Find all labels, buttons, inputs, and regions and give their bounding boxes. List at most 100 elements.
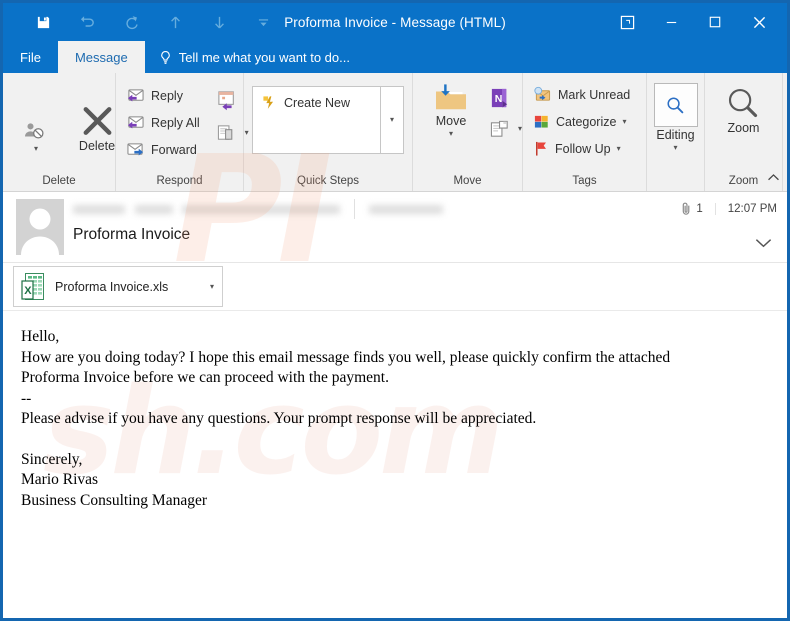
ribbon-tab-strip: File Message Tell me what you want to do… — [3, 41, 787, 73]
tell-me-label: Tell me what you want to do... — [178, 49, 350, 65]
sender-extra-redacted — [135, 204, 173, 214]
tell-me-search[interactable]: Tell me what you want to do... — [145, 41, 364, 73]
categorize-caret[interactable]: ▾ — [622, 117, 626, 126]
rules-button[interactable]: ▾ — [485, 114, 526, 144]
avatar — [13, 196, 67, 258]
excel-file-icon: X — [14, 272, 47, 302]
attachment-bar: X Proforma Invoice.xls ▾ — [3, 263, 787, 311]
message-header-main: Proforma Invoice — [67, 192, 787, 262]
sender-email-redacted — [182, 204, 340, 214]
reply-all-button[interactable]: Reply All — [122, 109, 204, 136]
ribbon-group-label-editing — [647, 187, 704, 191]
editing-label: Editing — [656, 128, 695, 142]
lightning-bolt-icon — [262, 95, 277, 110]
reply-button[interactable]: Reply — [122, 82, 204, 109]
categorize-label: Categorize — [556, 114, 617, 129]
sender-row — [73, 198, 787, 220]
delete-x-icon — [79, 104, 116, 138]
body-line: Proforma Invoice before we can proceed w… — [21, 369, 389, 386]
redo-icon[interactable] — [109, 6, 153, 38]
chevron-down-icon: ▾ — [389, 115, 394, 124]
save-icon[interactable] — [21, 6, 65, 38]
forward-button[interactable]: Forward — [122, 136, 204, 163]
reply-label: Reply — [151, 88, 183, 103]
follow-up-label: Follow Up — [555, 141, 611, 156]
reply-icon — [126, 87, 145, 104]
onenote-icon: N — [489, 87, 512, 110]
zoom-magnifier-icon — [726, 87, 761, 120]
attachment-chip[interactable]: X Proforma Invoice.xls ▾ — [13, 266, 223, 307]
signature-line: Sincerely, — [21, 450, 83, 468]
more-respond-icon — [216, 123, 239, 144]
ribbon-group-editing: Editing ▾ — [647, 73, 705, 191]
undo-icon[interactable] — [65, 6, 109, 38]
close-icon[interactable] — [737, 5, 781, 39]
attachment-and-time: 1 12:07 PM — [681, 201, 777, 216]
ignore-dropdown-caret[interactable]: ▾ — [34, 144, 38, 153]
editing-button[interactable]: Editing ▾ — [650, 83, 702, 152]
outlook-message-window: Proforma Invoice - Message (HTML) File M… — [0, 0, 790, 621]
move-dropdown-caret[interactable]: ▾ — [449, 130, 453, 138]
rules-icon — [489, 119, 512, 140]
attachment-filename: Proforma Invoice.xls — [55, 279, 169, 294]
sender-name-redacted — [73, 204, 125, 214]
meeting-calendar-icon — [216, 89, 241, 113]
quick-access-toolbar — [3, 6, 285, 38]
lightbulb-icon — [159, 50, 172, 65]
ribbon-group-label-quick-steps: Quick Steps — [297, 175, 359, 187]
ribbon-group-quick-steps: Create New ▾ Quick Steps — [244, 73, 413, 191]
onenote-button[interactable]: N — [485, 83, 526, 114]
attachment-count: 1 — [681, 201, 714, 216]
mark-unread-button[interactable]: Mark Unread — [529, 81, 634, 108]
reply-all-label: Reply All — [151, 115, 200, 130]
follow-up-caret[interactable]: ▾ — [617, 144, 621, 153]
arrow-down-icon[interactable] — [197, 6, 241, 38]
message-subject: Proforma Invoice — [73, 226, 191, 243]
reply-all-icon — [126, 114, 145, 131]
categorize-icon — [533, 114, 550, 130]
zoom-label: Zoom — [727, 121, 760, 135]
body-line: -- — [21, 389, 32, 407]
paperclip-icon — [681, 201, 692, 216]
ribbon-group-label-move: Move — [453, 175, 482, 187]
maximize-icon[interactable] — [693, 5, 737, 39]
ribbon-group-tags: Mark Unread Categorize ▾ Follow Up ▾ Tag… — [523, 73, 647, 191]
quick-steps-gallery[interactable]: Create New ▾ — [252, 86, 404, 154]
ribbon-group-label-tags: Tags — [572, 175, 597, 187]
attachment-count-label: 1 — [696, 202, 703, 215]
customize-quick-access-toolbar-icon[interactable] — [241, 6, 285, 38]
attachment-dropdown-caret[interactable]: ▾ — [210, 282, 214, 291]
signature-line: Mario Rivas — [21, 471, 99, 488]
title-bar: Proforma Invoice - Message (HTML) — [3, 3, 787, 41]
ribbon: ▾ Delete Delete Reply Reply All Forward … — [3, 73, 787, 192]
delete-label: Delete — [78, 138, 116, 153]
ignore-button[interactable]: ▾ — [9, 98, 63, 155]
popout-icon[interactable] — [605, 5, 649, 39]
create-new-label: Create New — [284, 95, 350, 110]
follow-up-button[interactable]: Follow Up ▾ — [529, 135, 634, 162]
header-divider — [354, 199, 355, 219]
message-header-right: 1 12:07 PM — [681, 192, 777, 262]
tab-message[interactable]: Message — [57, 41, 145, 73]
minimize-icon[interactable] — [649, 5, 693, 39]
message-header: Proforma Invoice 1 12:07 PM — [3, 192, 787, 263]
message-body: Hello, How are you doing today? I hope t… — [3, 311, 787, 511]
mark-unread-icon — [533, 86, 552, 103]
editing-dropdown-caret[interactable]: ▾ — [673, 144, 677, 152]
arrow-up-icon[interactable] — [153, 6, 197, 38]
ribbon-group-respond: Reply Reply All Forward ▾ Respond — [116, 73, 249, 191]
forward-icon — [126, 141, 145, 158]
move-label: Move — [435, 114, 467, 128]
body-line: Please advise if you have any questions.… — [21, 410, 537, 427]
editing-magnifier-icon — [653, 83, 698, 127]
collapse-ribbon-icon[interactable] — [767, 169, 780, 187]
move-button[interactable]: Move ▾ — [419, 81, 483, 140]
create-new-quick-step[interactable]: Create New — [253, 87, 350, 110]
expand-header-chevron-down-icon[interactable] — [754, 236, 777, 254]
zoom-button[interactable]: Zoom — [710, 85, 778, 137]
rules-caret[interactable]: ▾ — [518, 125, 522, 133]
categorize-button[interactable]: Categorize ▾ — [529, 108, 634, 135]
quick-steps-dropdown[interactable]: ▾ — [380, 87, 403, 153]
forward-label: Forward — [151, 142, 197, 157]
tab-file[interactable]: File — [3, 41, 58, 73]
